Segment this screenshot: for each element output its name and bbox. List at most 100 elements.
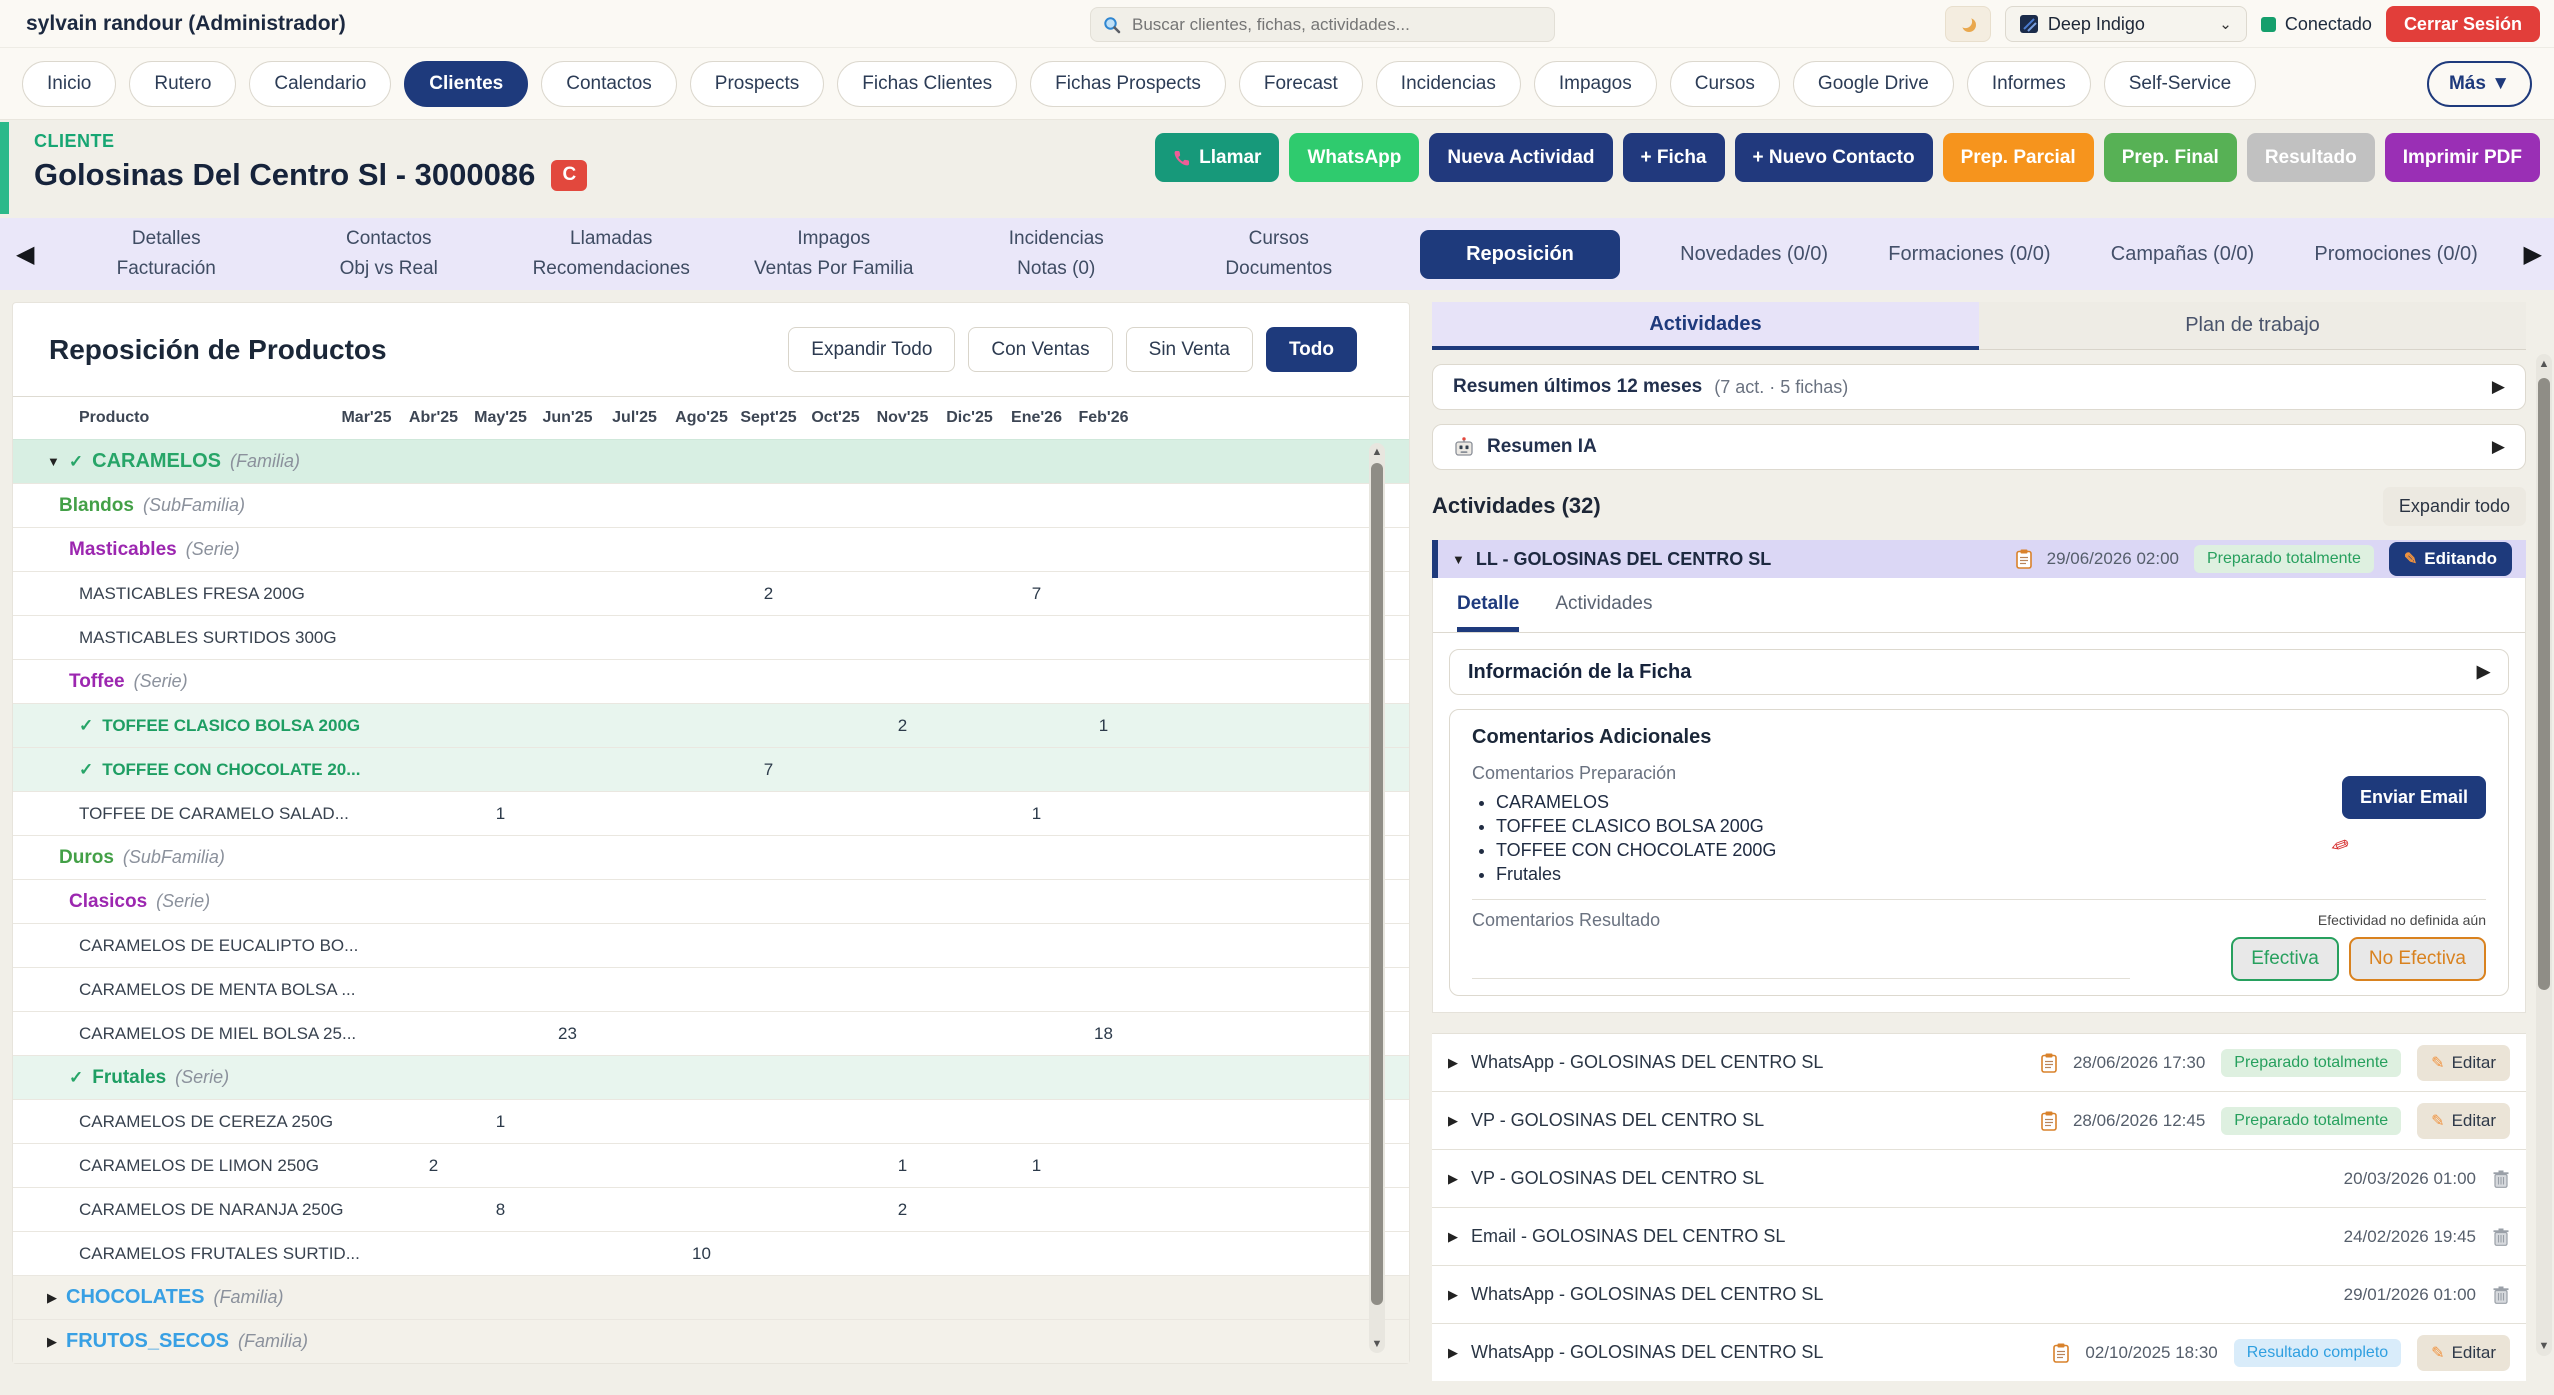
result-comments-input[interactable]: [1472, 935, 2130, 979]
panel-tab-reposici-n[interactable]: Reposición: [1420, 230, 1620, 279]
nav-tab-contactos[interactable]: Contactos: [541, 61, 677, 107]
nav-tab-impagos[interactable]: Impagos: [1534, 61, 1657, 107]
caret-right-icon[interactable]: ▶: [1448, 1055, 1458, 1071]
subnav-link-ventas-por-familia[interactable]: Ventas Por Familia: [723, 258, 946, 280]
editing-button[interactable]: ✎ Editando: [2389, 542, 2512, 576]
edit-button[interactable]: ✎Editar: [2417, 1103, 2510, 1139]
caret-right-icon[interactable]: ▶: [1448, 1345, 1458, 1361]
nav-tab-incidencias[interactable]: Incidencias: [1376, 61, 1521, 107]
activity-row[interactable]: ▶VP - GOLOSINAS DEL CENTRO SL28/06/2026 …: [1432, 1091, 2526, 1149]
dark-mode-button[interactable]: [1945, 6, 1991, 42]
activity-row[interactable]: ▶WhatsApp - GOLOSINAS DEL CENTRO SL28/06…: [1432, 1033, 2526, 1091]
table-row-frutos-secos[interactable]: ▶FRUTOS_SECOS(Familia): [13, 1319, 1409, 1363]
action-button-nueva-actividad[interactable]: Nueva Actividad: [1429, 133, 1612, 182]
subnav-link-incidencias[interactable]: Incidencias: [945, 228, 1168, 250]
scrollbar-thumb[interactable]: [2538, 378, 2550, 990]
action-button-llamar[interactable]: Llamar: [1155, 133, 1279, 182]
tab-actividades[interactable]: Actividades: [1432, 302, 1979, 350]
nav-tab-inicio[interactable]: Inicio: [22, 61, 116, 107]
nav-tab-forecast[interactable]: Forecast: [1239, 61, 1363, 107]
nav-tab-prospects[interactable]: Prospects: [690, 61, 824, 107]
action-button-resultado[interactable]: Resultado: [2247, 133, 2375, 182]
activity-row[interactable]: ▶VP - GOLOSINAS DEL CENTRO SL20/03/2026 …: [1432, 1149, 2526, 1207]
subnav-link-contactos[interactable]: Contactos: [278, 228, 501, 250]
action-button-ficha[interactable]: + Ficha: [1623, 133, 1725, 182]
action-button-imprimir-pdf[interactable]: Imprimir PDF: [2385, 133, 2540, 182]
caret-right-icon[interactable]: ▶: [1448, 1113, 1458, 1129]
left-table-scrollbar[interactable]: ▲ ▼: [1369, 443, 1385, 1353]
more-button[interactable]: Más ▼: [2427, 61, 2532, 107]
nav-tab-self-service[interactable]: Self-Service: [2104, 61, 2256, 107]
activity-row[interactable]: ▶WhatsApp - GOLOSINAS DEL CENTRO SL02/10…: [1432, 1323, 2526, 1381]
action-button-nuevo-contacto[interactable]: + Nuevo Contacto: [1735, 133, 1933, 182]
without-sales-button[interactable]: Sin Venta: [1126, 327, 1253, 372]
subnav-link-notas-0[interactable]: Notas (0): [945, 258, 1168, 280]
ficha-info-row[interactable]: Información de la Ficha ▶: [1449, 649, 2509, 695]
caret-right-icon[interactable]: ▶: [1448, 1287, 1458, 1303]
trash-icon[interactable]: [2492, 1285, 2510, 1305]
nav-tab-calendario[interactable]: Calendario: [249, 61, 391, 107]
tab-detalle[interactable]: Detalle: [1457, 593, 1519, 632]
logout-button[interactable]: Cerrar Sesión: [2386, 6, 2540, 42]
trash-icon[interactable]: [2492, 1227, 2510, 1247]
panel-tab-formaciones-0-0[interactable]: Formaciones (0/0): [1888, 243, 2050, 266]
caret-right-icon[interactable]: ▶: [47, 1334, 57, 1350]
tab-plan-de-trabajo[interactable]: Plan de trabajo: [1979, 302, 2526, 350]
action-button-prep-parcial[interactable]: Prep. Parcial: [1943, 133, 2094, 182]
action-button-prep-final[interactable]: Prep. Final: [2104, 133, 2237, 182]
nav-tab-rutero[interactable]: Rutero: [129, 61, 236, 107]
not-effective-button[interactable]: No Efectiva: [2349, 937, 2486, 981]
nav-tab-fichas-prospects[interactable]: Fichas Prospects: [1030, 61, 1226, 107]
scroll-up-icon[interactable]: ▲: [2536, 358, 2552, 370]
caret-right-icon[interactable]: ▶: [47, 1290, 57, 1306]
caret-down-icon[interactable]: ▼: [1452, 552, 1465, 567]
panel-tab-novedades-0-0[interactable]: Novedades (0/0): [1680, 243, 1828, 266]
global-search[interactable]: [1090, 7, 1555, 42]
expand-all-activities-button[interactable]: Expandir todo: [2383, 487, 2526, 526]
search-input[interactable]: [1130, 14, 1542, 36]
edit-button[interactable]: ✎Editar: [2417, 1335, 2510, 1371]
expand-all-button[interactable]: Expandir Todo: [788, 327, 955, 372]
tab-actividades-inner[interactable]: Actividades: [1555, 593, 1652, 632]
subnav-link-obj-vs-real[interactable]: Obj vs Real: [278, 258, 501, 280]
send-email-button[interactable]: Enviar Email: [2342, 776, 2486, 819]
right-panel-scrollbar[interactable]: ▲ ▼: [2536, 354, 2552, 1356]
nav-tab-google-drive[interactable]: Google Drive: [1793, 61, 1954, 107]
scroll-left-icon[interactable]: ◀: [16, 240, 34, 269]
scroll-down-icon[interactable]: ▼: [2536, 1340, 2552, 1352]
caret-right-icon[interactable]: ▶: [1448, 1229, 1458, 1245]
subnav-link-cursos[interactable]: Cursos: [1168, 228, 1391, 250]
scroll-down-icon[interactable]: ▼: [1369, 1338, 1385, 1350]
subnav-link-impagos[interactable]: Impagos: [723, 228, 946, 250]
expanded-activity-header[interactable]: ▼ LL - GOLOSINAS DEL CENTRO SL 29/06/202…: [1432, 540, 2526, 578]
table-row-caramelos[interactable]: ▼✓CARAMELOS(Familia): [13, 439, 1409, 483]
theme-select[interactable]: Deep Indigo ⌄: [2005, 6, 2247, 42]
trash-icon[interactable]: [2492, 1169, 2510, 1189]
ai-summary-row[interactable]: Resumen IA ▶: [1432, 424, 2526, 470]
nav-tab-clientes[interactable]: Clientes: [404, 61, 528, 107]
subnav-link-documentos[interactable]: Documentos: [1168, 258, 1391, 280]
activity-row[interactable]: ▶Email - GOLOSINAS DEL CENTRO SL24/02/20…: [1432, 1207, 2526, 1265]
panel-tab-campa-as-0-0[interactable]: Campañas (0/0): [2111, 243, 2254, 266]
with-sales-button[interactable]: Con Ventas: [968, 327, 1112, 372]
caret-down-icon[interactable]: ▼: [47, 454, 60, 469]
nav-tab-cursos[interactable]: Cursos: [1670, 61, 1780, 107]
table-row-chocolates[interactable]: ▶CHOCOLATES(Familia): [13, 1275, 1409, 1319]
edit-button[interactable]: ✎Editar: [2417, 1045, 2510, 1081]
activity-row[interactable]: ▶WhatsApp - GOLOSINAS DEL CENTRO SL29/01…: [1432, 1265, 2526, 1323]
subnav-link-llamadas[interactable]: Llamadas: [500, 228, 723, 250]
scroll-right-icon[interactable]: ▶: [2524, 240, 2542, 269]
caret-right-icon[interactable]: ▶: [1448, 1171, 1458, 1187]
all-button[interactable]: Todo: [1266, 327, 1357, 372]
action-button-whatsapp[interactable]: WhatsApp: [1289, 133, 1419, 182]
panel-tab-promociones-0-0[interactable]: Promociones (0/0): [2314, 243, 2477, 266]
scroll-up-icon[interactable]: ▲: [1369, 446, 1385, 458]
effective-button[interactable]: Efectiva: [2231, 937, 2339, 981]
summary-12-months-row[interactable]: Resumen últimos 12 meses (7 act. · 5 fic…: [1432, 364, 2526, 410]
subnav-link-facturaci-n[interactable]: Facturación: [55, 258, 278, 280]
scrollbar-thumb[interactable]: [1371, 463, 1383, 1305]
subnav-link-recomendaciones[interactable]: Recomendaciones: [500, 258, 723, 280]
nav-tab-fichas-clientes[interactable]: Fichas Clientes: [837, 61, 1017, 107]
subnav-link-detalles[interactable]: Detalles: [55, 228, 278, 250]
nav-tab-informes[interactable]: Informes: [1967, 61, 2091, 107]
